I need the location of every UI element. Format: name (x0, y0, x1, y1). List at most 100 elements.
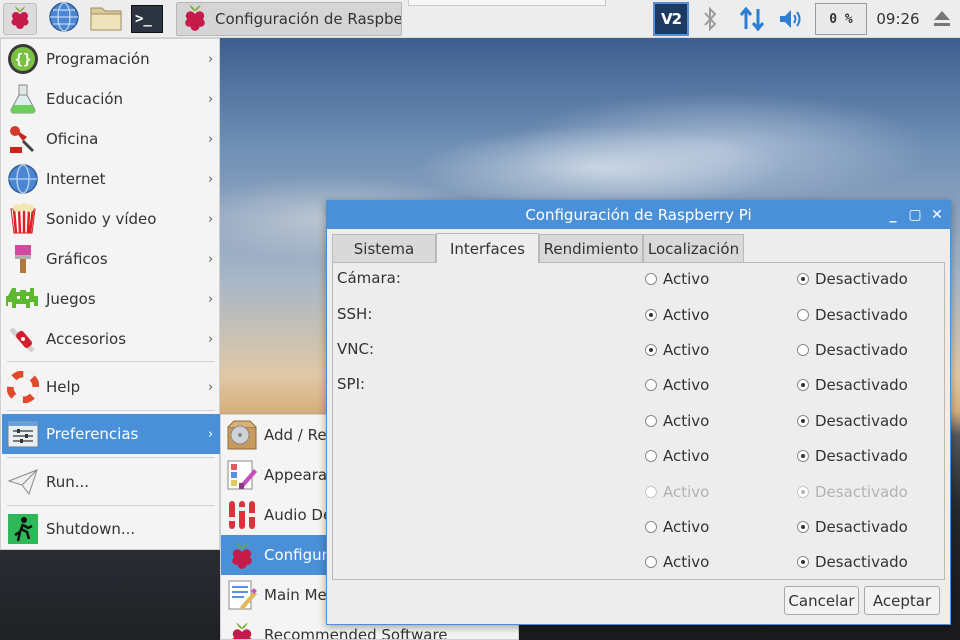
terminal-launcher[interactable]: >_ (129, 3, 165, 35)
clock[interactable]: 09:26 (873, 4, 923, 34)
chevron-right-icon: › (208, 171, 214, 187)
folder-icon (89, 2, 123, 36)
radio-label: Activo (663, 341, 710, 359)
radio-label: Desactivado (815, 270, 908, 288)
chevron-right-icon: › (208, 91, 214, 107)
radio-desactivado[interactable]: Desactivado (797, 412, 908, 430)
taskbar-window-button[interactable]: Configuración de Raspbe… (176, 2, 402, 36)
menu-item-label: Educación (46, 90, 124, 108)
radio-desactivado[interactable]: Desactivado (797, 553, 908, 571)
raspberry-icon (225, 618, 259, 639)
volume-icon[interactable] (776, 4, 806, 34)
radio-desactivado[interactable]: Desactivado (797, 306, 908, 324)
graphics-icon (6, 242, 40, 276)
file-manager-launcher[interactable] (88, 3, 124, 35)
menu-item-educacion[interactable]: Educación › (2, 79, 220, 119)
menu-divider (7, 505, 215, 506)
radio-activo[interactable]: Activo (645, 306, 709, 324)
radio-indicator (797, 379, 809, 391)
radio-activo[interactable]: Activo (645, 412, 709, 430)
cancel-button[interactable]: Cancelar (784, 586, 859, 615)
radio-label: Activo (663, 447, 710, 465)
dialog-title: Configuración de Raspberry Pi (525, 206, 752, 224)
radio-activo[interactable]: Activo (645, 376, 709, 394)
interface-row: Cámara: Activo Desactivado (333, 264, 944, 294)
network-icon[interactable] (736, 4, 768, 34)
clock-label: 09:26 (876, 10, 920, 28)
eject-icon[interactable] (928, 4, 956, 34)
tab-interfaces[interactable]: Interfaces (436, 233, 539, 263)
radio-label: Desactivado (815, 447, 908, 465)
menu-item-run[interactable]: Run... (2, 462, 220, 502)
raspberry-icon (225, 538, 259, 572)
menu-item-internet[interactable]: Internet › (2, 159, 220, 199)
bluetooth-icon[interactable] (697, 4, 723, 34)
radio-desactivado[interactable]: Desactivado (797, 270, 908, 288)
applications-menu-button[interactable] (3, 3, 37, 35)
chevron-right-icon: › (208, 251, 214, 267)
taskbar: >_ Configuración de Raspbe… V2 0 % 09:26 (0, 0, 960, 38)
radio-activo[interactable]: Activo (645, 341, 709, 359)
radio-indicator (797, 273, 809, 285)
menu-item-preferencias[interactable]: Preferencias › (2, 414, 220, 454)
radio-indicator (645, 415, 657, 427)
tab-rendimiento[interactable]: Rendimiento (539, 234, 643, 262)
web-browser-launcher[interactable] (46, 2, 82, 35)
radio-indicator (645, 379, 657, 391)
dialog-titlebar[interactable]: Configuración de Raspberry Pi _ ▢ ✕ (327, 201, 950, 229)
menu-divider (7, 361, 215, 362)
menu-item-label: Oficina (46, 130, 99, 148)
menu-item-label: Programación (46, 50, 150, 68)
menu-item-programacion[interactable]: {} Programación › (2, 39, 220, 79)
main-menu-editor-icon (225, 578, 259, 612)
menu-item-label: Internet (46, 170, 106, 188)
preferences-icon (6, 417, 40, 451)
radio-activo: Activo (645, 483, 709, 501)
radio-desactivado[interactable]: Desactivado (797, 376, 908, 394)
education-icon (6, 82, 40, 116)
radio-activo[interactable]: Activo (645, 270, 709, 288)
radio-desactivado[interactable]: Desactivado (797, 447, 908, 465)
radio-label: Activo (663, 376, 710, 394)
chevron-right-icon: › (208, 426, 214, 442)
menu-item-shutdown[interactable]: Shutdown... (2, 509, 220, 549)
internet-icon (6, 162, 40, 196)
radio-indicator (645, 309, 657, 321)
interface-row: Activo Desactivado (333, 477, 944, 507)
radio-label: Desactivado (815, 341, 908, 359)
menu-item-graficos[interactable]: Gráficos › (2, 239, 220, 279)
tab-localizacion[interactable]: Localización (643, 234, 744, 262)
menu-item-help[interactable]: Help › (2, 367, 220, 407)
shutdown-icon (6, 512, 40, 546)
menu-item-juegos[interactable]: Juegos › (2, 279, 220, 319)
menu-item-label: Run... (46, 473, 90, 491)
radio-activo[interactable]: Activo (645, 553, 709, 571)
menu-item-sonido-video[interactable]: Sonido y vídeo › (2, 199, 220, 239)
sound-video-icon (6, 202, 40, 236)
maximize-button[interactable]: ▢ (905, 205, 925, 225)
accept-button[interactable]: Aceptar (864, 586, 940, 615)
radio-indicator (645, 450, 657, 462)
minimize-button[interactable]: _ (883, 205, 903, 225)
vnc-icon[interactable]: V2 (653, 2, 689, 36)
radio-label: Activo (663, 412, 710, 430)
chevron-right-icon: › (208, 131, 214, 147)
add-remove-software-icon (225, 418, 259, 452)
interface-row: Activo Desactivado (333, 406, 944, 436)
radio-activo[interactable]: Activo (645, 447, 709, 465)
taskbar-empty-slot (408, 0, 606, 6)
radio-activo[interactable]: Activo (645, 518, 709, 536)
menu-item-oficina[interactable]: Oficina › (2, 119, 220, 159)
interface-row: Activo Desactivado (333, 512, 944, 542)
menu-item-accesorios[interactable]: Accesorios › (2, 319, 220, 359)
tab-sistema[interactable]: Sistema (332, 234, 436, 262)
cpu-monitor[interactable]: 0 % (815, 3, 867, 35)
close-button[interactable]: ✕ (927, 205, 947, 225)
radio-label: Activo (663, 553, 710, 571)
radio-desactivado[interactable]: Desactivado (797, 341, 908, 359)
radio-indicator (797, 486, 809, 498)
radio-desactivado[interactable]: Desactivado (797, 518, 908, 536)
chevron-right-icon: › (208, 379, 214, 395)
radio-indicator (797, 556, 809, 568)
svg-text:{}: {} (15, 52, 32, 68)
